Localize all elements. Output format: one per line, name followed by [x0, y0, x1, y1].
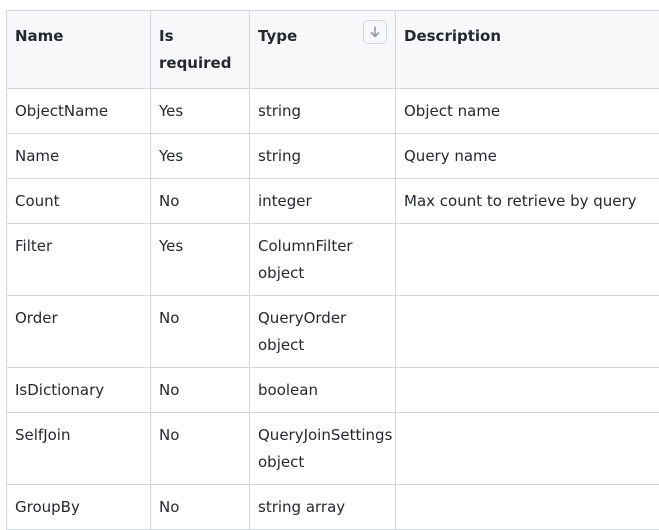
- cell-description: Object name: [396, 89, 659, 134]
- cell-name: Order: [7, 296, 151, 368]
- cell-name: IsDictionary: [7, 368, 151, 413]
- cell-required: Yes: [151, 224, 250, 296]
- table-row: ObjectName Yes string Object name: [7, 89, 659, 134]
- cell-description: [396, 224, 659, 296]
- sort-button[interactable]: [363, 20, 387, 44]
- cell-name: ObjectName: [7, 89, 151, 134]
- cell-type: integer: [250, 179, 396, 224]
- cell-type: boolean: [250, 368, 396, 413]
- cell-name: GroupBy: [7, 485, 151, 530]
- header-row: Name Is required Type Description: [7, 11, 659, 89]
- table-body: ObjectName Yes string Object name Name Y…: [7, 89, 659, 530]
- table-row: Filter Yes ColumnFilter object: [7, 224, 659, 296]
- cell-required: No: [151, 368, 250, 413]
- cell-description: [396, 485, 659, 530]
- cell-description: Max count to retrieve by query: [396, 179, 659, 224]
- table-row: Name Yes string Query name: [7, 134, 659, 179]
- column-header-description[interactable]: Description: [396, 11, 659, 89]
- cell-required: No: [151, 413, 250, 485]
- column-header-type[interactable]: Type: [250, 11, 396, 89]
- cell-description: [396, 296, 659, 368]
- cell-type: ColumnFilter object: [250, 224, 396, 296]
- parameters-table: Name Is required Type Description Object…: [6, 10, 659, 530]
- cell-name: Count: [7, 179, 151, 224]
- table-row: Order No QueryOrder object: [7, 296, 659, 368]
- cell-description: [396, 413, 659, 485]
- arrow-down-icon: [370, 26, 380, 38]
- table-row: GroupBy No string array: [7, 485, 659, 530]
- cell-description: [396, 368, 659, 413]
- cell-required: Yes: [151, 134, 250, 179]
- cell-required: No: [151, 296, 250, 368]
- cell-required: No: [151, 485, 250, 530]
- cell-required: No: [151, 179, 250, 224]
- cell-type: string: [250, 134, 396, 179]
- table-row: Count No integer Max count to retrieve b…: [7, 179, 659, 224]
- column-header-is-required[interactable]: Is required: [151, 11, 250, 89]
- cell-name: SelfJoin: [7, 413, 151, 485]
- cell-name: Name: [7, 134, 151, 179]
- cell-type: QueryOrder object: [250, 296, 396, 368]
- cell-required: Yes: [151, 89, 250, 134]
- column-header-type-label: Type: [258, 27, 297, 45]
- table-header: Name Is required Type Description: [7, 11, 659, 89]
- table-row: IsDictionary No boolean: [7, 368, 659, 413]
- cell-type: QueryJoinSettings object: [250, 413, 396, 485]
- cell-type: string: [250, 89, 396, 134]
- table-row: SelfJoin No QueryJoinSettings object: [7, 413, 659, 485]
- column-header-name[interactable]: Name: [7, 11, 151, 89]
- cell-name: Filter: [7, 224, 151, 296]
- cell-description: Query name: [396, 134, 659, 179]
- cell-type: string array: [250, 485, 396, 530]
